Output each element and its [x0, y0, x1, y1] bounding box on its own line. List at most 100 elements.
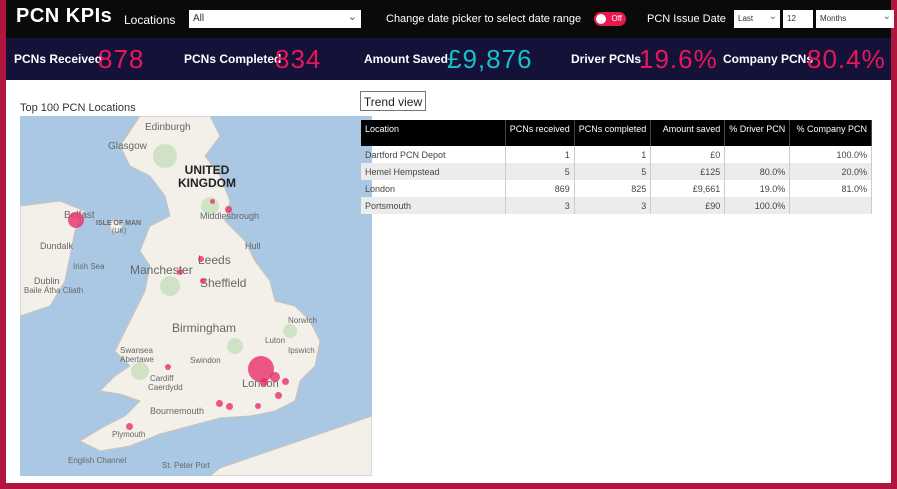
- date-picker-label: Change date picker to select date range: [386, 13, 582, 25]
- map-label-glasgow: Glasgow: [108, 141, 147, 152]
- cell-completed: 825: [574, 180, 652, 197]
- chevron-down-icon: ⌄: [768, 11, 777, 22]
- date-range-toggle[interactable]: Off: [594, 12, 626, 26]
- map-label-manchester: Manchester: [130, 263, 193, 277]
- cell-driver-pcn: 80.0%: [724, 163, 791, 180]
- map-label-irish-sea: Irish Sea: [73, 262, 105, 271]
- period-unit-dropdown[interactable]: Months ⌄: [816, 10, 894, 28]
- column-header-company-pcn[interactable]: % Company PCN: [789, 120, 872, 146]
- cell-location: London: [361, 180, 506, 197]
- map-marker[interactable]: [225, 206, 232, 213]
- map-marker[interactable]: [255, 403, 261, 409]
- map-label-sheffield: Sheffield: [200, 276, 247, 290]
- cell-completed: 5: [574, 163, 652, 180]
- cell-received: 869: [505, 180, 575, 197]
- column-header-location[interactable]: Location: [361, 120, 506, 146]
- cell-driver-pcn: 19.0%: [724, 180, 791, 197]
- cell-amount-saved: £90: [650, 197, 726, 214]
- table-row[interactable]: Portsmouth 3 3 £90 100.0%: [361, 197, 872, 214]
- kpi-completed-label: PCNs Completed: [184, 52, 282, 66]
- map-marker[interactable]: [126, 423, 133, 430]
- map-label-country: UNITED KINGDOM: [178, 164, 236, 190]
- period-unit-value: Months: [820, 14, 847, 23]
- cell-received: 5: [505, 163, 575, 180]
- map-label-plymouth: Plymouth: [112, 430, 146, 439]
- cell-amount-saved: £0: [650, 146, 726, 163]
- kpi-driver-value: 19.6%: [639, 44, 718, 74]
- map-marker[interactable]: [210, 199, 215, 204]
- trend-view-button[interactable]: Trend view: [360, 91, 426, 111]
- column-header-completed[interactable]: PCNs completed: [574, 120, 652, 146]
- map-marker[interactable]: [177, 269, 183, 275]
- map-label-birmingham: Birmingham: [172, 321, 237, 335]
- map-marker[interactable]: [198, 256, 204, 262]
- map-title: Top 100 PCN Locations: [20, 102, 136, 114]
- cell-driver-pcn: [724, 146, 791, 163]
- map-label-norwich: Norwich: [288, 316, 317, 325]
- period-count-value: 12: [787, 14, 796, 23]
- relative-period-dropdown[interactable]: Last ⌄: [734, 10, 780, 28]
- cell-company-pcn: 81.0%: [789, 180, 872, 197]
- map-label-isle-of-man-sub: (UK): [112, 228, 127, 235]
- map-label-luton: Luton: [265, 336, 286, 345]
- map-label-dundalk: Dundalk: [40, 241, 74, 251]
- map-marker[interactable]: [260, 378, 268, 386]
- table-header-row: Location PCNs received PCNs completed Am…: [361, 120, 872, 146]
- column-header-driver-pcn[interactable]: % Driver PCN: [724, 120, 791, 146]
- locations-dropdown[interactable]: All ⌄: [189, 10, 361, 28]
- map-label-caerdydd: Caerdydd: [148, 383, 183, 392]
- kpi-received-label: PCNs Received: [14, 52, 103, 66]
- cell-location: Dartford PCN Depot: [361, 146, 506, 163]
- toggle-knob: [596, 14, 606, 24]
- cell-location: Hemel Hempstead: [361, 163, 506, 180]
- cell-amount-saved: £125: [650, 163, 726, 180]
- map-label-swansea: Swansea: [120, 346, 153, 355]
- table-row[interactable]: London 869 825 £9,661 19.0% 81.0%: [361, 180, 872, 197]
- map-marker[interactable]: [275, 392, 282, 399]
- cell-received: 1: [505, 146, 575, 163]
- map-marker[interactable]: [226, 403, 233, 410]
- map-label-edinburgh: Edinburgh: [145, 122, 191, 133]
- issue-date-label: PCN Issue Date: [647, 13, 726, 25]
- map-label-ipswich: Ipswich: [288, 346, 315, 355]
- kpi-company-value: 80.4%: [807, 44, 886, 74]
- period-count-input[interactable]: 12: [783, 10, 813, 28]
- map-label-bournemouth: Bournemouth: [150, 406, 205, 416]
- locations-value: All: [193, 13, 205, 24]
- cell-amount-saved: £9,661: [650, 180, 726, 197]
- page-title: PCN KPIs: [16, 5, 113, 27]
- column-header-received[interactable]: PCNs received: [505, 120, 575, 146]
- column-header-amount-saved[interactable]: Amount saved: [650, 120, 726, 146]
- map-label-dublin: Dublin: [34, 276, 60, 286]
- relative-period-value: Last: [738, 14, 754, 23]
- cell-driver-pcn: 100.0%: [724, 197, 791, 214]
- map-marker[interactable]: [200, 278, 206, 284]
- map-label-english-channel: English Channel: [68, 456, 127, 465]
- cell-location: Portsmouth: [361, 197, 506, 214]
- map-marker[interactable]: [270, 372, 280, 382]
- chevron-down-icon: ⌄: [882, 11, 891, 22]
- kpi-received-value: 878: [98, 44, 145, 74]
- map-label-swindon: Swindon: [190, 356, 221, 365]
- map-marker[interactable]: [282, 378, 289, 385]
- table-row[interactable]: Dartford PCN Depot 1 1 £0 100.0%: [361, 146, 872, 163]
- kpi-driver-label: Driver PCNs: [571, 52, 642, 66]
- table-row[interactable]: Hemel Hempstead 5 5 £125 80.0% 20.0%: [361, 163, 872, 180]
- pcn-locations-map[interactable]: Edinburgh Glasgow UNITED KINGDOM Belfast…: [20, 116, 372, 476]
- locations-table: Location PCNs received PCNs completed Am…: [361, 120, 872, 214]
- kpi-saved-label: Amount Saved: [364, 52, 449, 66]
- map-label-abertawe: Abertawe: [120, 355, 154, 364]
- cell-company-pcn: 100.0%: [789, 146, 872, 163]
- cell-received: 3: [505, 197, 575, 214]
- cell-company-pcn: 20.0%: [789, 163, 872, 180]
- map-marker[interactable]: [165, 364, 171, 370]
- country-line-2: KINGDOM: [178, 176, 236, 190]
- map-label-hull: Hull: [245, 241, 261, 251]
- header-bar: PCN KPIs Locations All ⌄ Change date pic…: [6, 0, 894, 38]
- kpi-saved-value: £9,876: [447, 44, 533, 74]
- chevron-down-icon: ⌄: [347, 11, 357, 23]
- kpi-company-label: Company PCNs: [723, 52, 814, 66]
- map-marker[interactable]: [68, 212, 84, 228]
- cell-completed: 1: [574, 146, 652, 163]
- map-marker[interactable]: [216, 400, 223, 407]
